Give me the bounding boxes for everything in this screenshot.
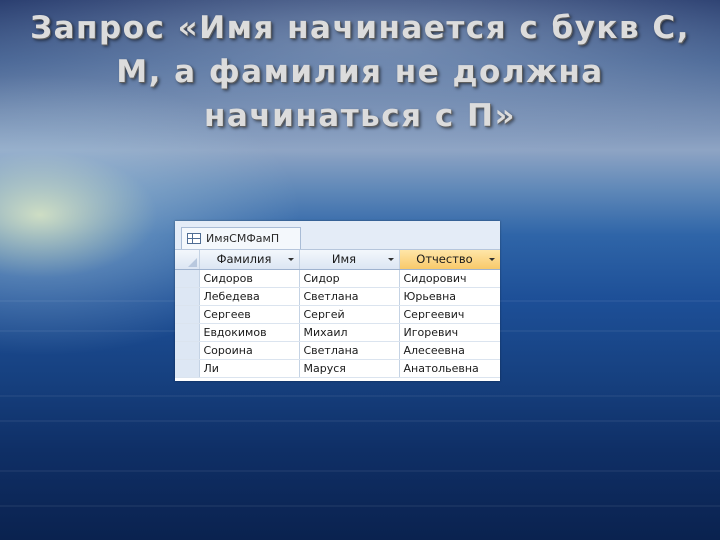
cell-familiya[interactable]: Ли	[199, 359, 300, 378]
query-tab[interactable]: ИмяСМФамП	[181, 227, 301, 249]
cell-imya[interactable]: Маруся	[299, 359, 400, 378]
header-row: Фамилия Имя Отчество	[175, 250, 500, 270]
cell-imya[interactable]: Сергей	[299, 305, 400, 324]
select-all-corner-icon	[188, 258, 197, 268]
cell-imya[interactable]: Светлана	[299, 287, 400, 306]
column-header-familiya[interactable]: Фамилия	[199, 250, 300, 270]
row-selector[interactable]	[175, 287, 200, 306]
title-line: начинаться с П»	[204, 98, 516, 134]
cell-otchestvo[interactable]: Алесеевна	[399, 341, 500, 360]
title-line: Запрос «Имя начинается с букв С,	[30, 10, 690, 46]
query-datasheet-window: ИмяСМФамП Фамилия Имя Отчество Сидоров С…	[175, 221, 500, 381]
slide-title: Запрос «Имя начинается с букв С, М, а фа…	[20, 6, 700, 138]
datasheet-icon	[187, 233, 201, 244]
select-all-button[interactable]	[175, 250, 200, 270]
column-header-label: Отчество	[416, 252, 473, 267]
cell-otchestvo[interactable]: Сидорович	[399, 269, 500, 288]
table-row: Сорoина Светлана Алесеевна	[175, 341, 500, 360]
cell-otchestvo[interactable]: Анатольевна	[399, 359, 500, 378]
cell-familiya[interactable]: Сидоров	[199, 269, 300, 288]
row-selector[interactable]	[175, 359, 200, 378]
row-selector[interactable]	[175, 341, 200, 360]
row-selector[interactable]	[175, 305, 200, 324]
table-row: Лебедева Светлана Юрьевна	[175, 287, 500, 306]
table-row: Сидоров Сидор Сидорович	[175, 269, 500, 288]
cell-familiya[interactable]: Сергеев	[199, 305, 300, 324]
document-tab-bar: ИмяСМФамП	[175, 221, 500, 250]
column-header-label: Имя	[331, 252, 357, 267]
title-line: М, а фамилия не должна	[116, 54, 604, 90]
cell-imya[interactable]: Светлана	[299, 341, 400, 360]
cell-familiya[interactable]: Лебедева	[199, 287, 300, 306]
cell-imya[interactable]: Михаил	[299, 323, 400, 342]
column-header-label: Фамилия	[216, 252, 272, 267]
row-selector[interactable]	[175, 269, 200, 288]
cell-otchestvo[interactable]: Сергеевич	[399, 305, 500, 324]
datasheet-grid: Фамилия Имя Отчество Сидоров Сидор Сидор…	[175, 250, 500, 378]
cell-imya[interactable]: Сидор	[299, 269, 400, 288]
cell-otchestvo[interactable]: Игоревич	[399, 323, 500, 342]
dropdown-arrow-icon[interactable]	[387, 258, 394, 261]
cell-familiya[interactable]: Сорoина	[199, 341, 300, 360]
cell-familiya[interactable]: Евдокимов	[199, 323, 300, 342]
cell-otchestvo[interactable]: Юрьевна	[399, 287, 500, 306]
query-tab-label: ИмяСМФамП	[206, 232, 280, 245]
dropdown-arrow-icon[interactable]	[287, 258, 294, 261]
table-row: Ли Маруся Анатольевна	[175, 359, 500, 378]
column-header-otchestvo[interactable]: Отчество	[399, 250, 500, 270]
column-header-imya[interactable]: Имя	[299, 250, 400, 270]
dropdown-arrow-icon[interactable]	[488, 258, 495, 261]
table-row: Сергеев Сергей Сергеевич	[175, 305, 500, 324]
row-selector[interactable]	[175, 323, 200, 342]
table-row: Евдокимов Михаил Игоревич	[175, 323, 500, 342]
